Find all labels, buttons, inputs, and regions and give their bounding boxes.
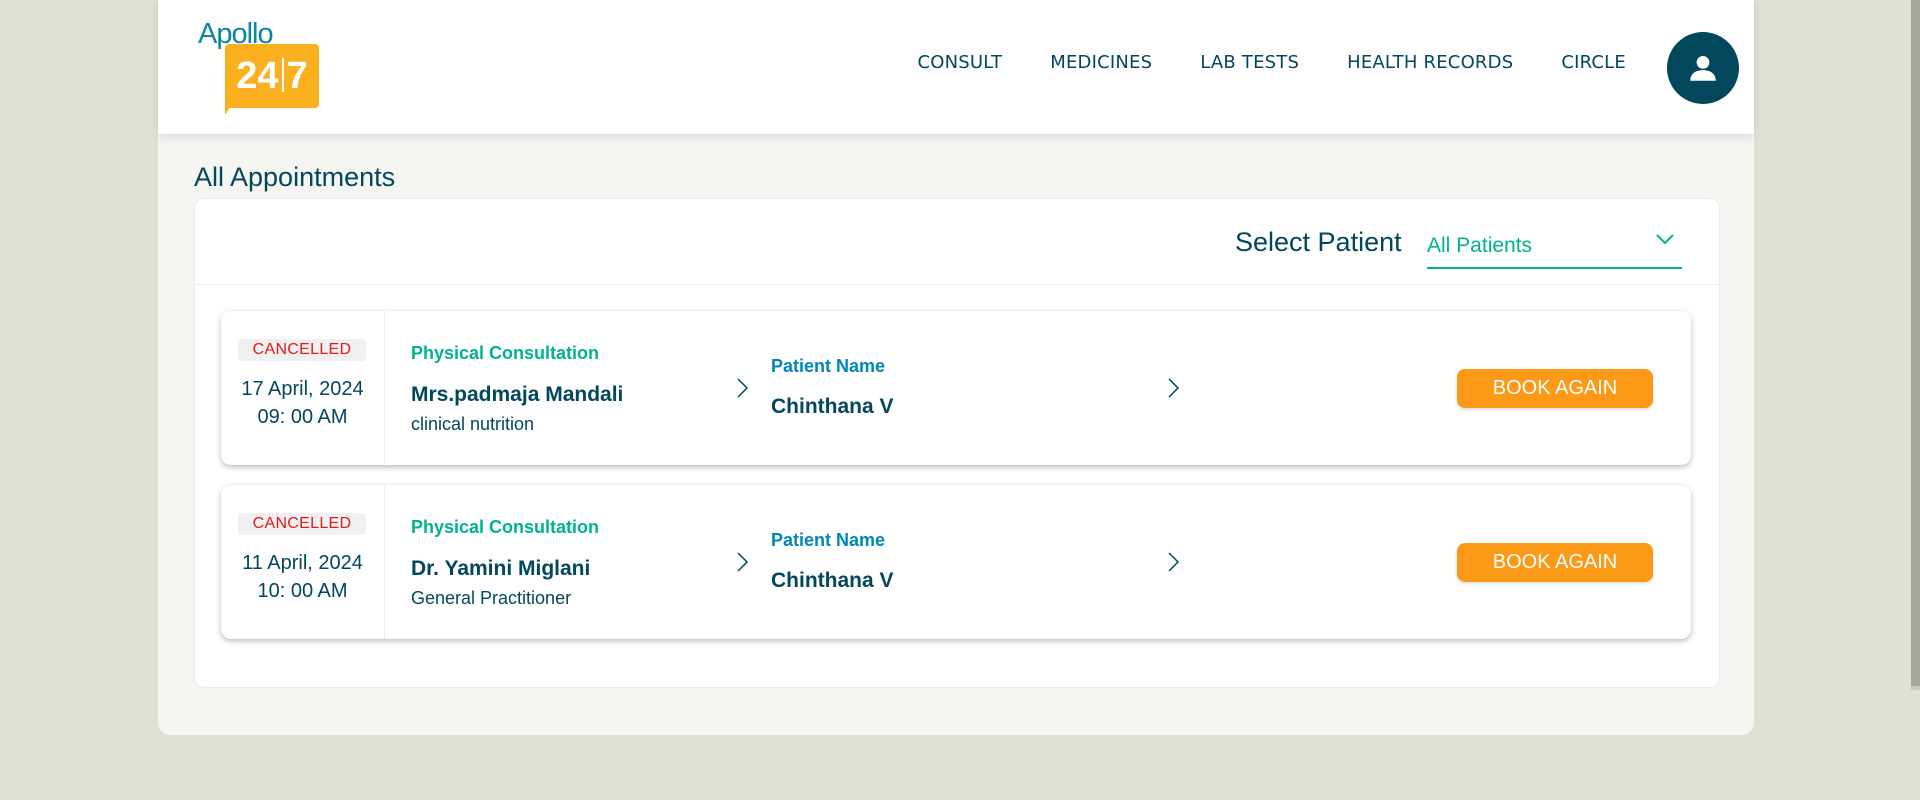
appointment-datetime: 11 April, 2024 10: 00 AM <box>221 549 384 605</box>
scrollbar-thumb[interactable] <box>1911 0 1920 686</box>
chevron-down-icon <box>1656 234 1674 245</box>
nav-lab-tests[interactable]: LAB TESTS <box>1200 52 1299 73</box>
doctor-specialty: General Practitioner <box>411 588 572 608</box>
logo-tail <box>225 101 234 115</box>
patient-filter-row: Select Patient All Patients <box>195 199 1719 285</box>
appointment-date: 17 April, 2024 <box>241 378 364 400</box>
appointment-datetime: 17 April, 2024 09: 00 AM <box>221 375 384 431</box>
appointment-time: 09: 00 AM <box>257 406 348 428</box>
chevron-right-icon[interactable] <box>735 551 749 573</box>
appointment-card: CANCELLED 17 April, 2024 09: 00 AM Physi… <box>221 311 1691 465</box>
appointment-time: 10: 00 AM <box>257 580 348 602</box>
logo-divider <box>281 58 284 92</box>
patient-name: Chinthana V <box>771 395 894 418</box>
nav-medicines[interactable]: MEDICINES <box>1050 52 1152 73</box>
logo-badge: 24 7 <box>225 44 319 108</box>
patient-select-value: All Patients <box>1427 234 1533 257</box>
consultation-type: Physical Consultation <box>411 343 600 363</box>
chevron-right-icon[interactable] <box>735 377 749 399</box>
select-patient-label: Select Patient <box>1235 227 1402 257</box>
appointment-date: 11 April, 2024 <box>242 552 363 574</box>
patient-name-label: Patient Name <box>771 530 886 550</box>
patient-select[interactable]: All Patients <box>1427 224 1682 269</box>
nav-consult[interactable]: CONSULT <box>917 52 1002 73</box>
chevron-right-icon[interactable] <box>1166 377 1180 399</box>
main-panel: Apollo 24 7 CONSULT MEDICINES LAB TESTS H… <box>158 0 1754 735</box>
status-badge: CANCELLED <box>238 339 366 361</box>
consultation-type: Physical Consultation <box>411 517 600 537</box>
user-icon <box>1690 55 1716 81</box>
logo-number-7: 7 <box>286 55 308 97</box>
profile-avatar-button[interactable] <box>1667 32 1739 104</box>
main-nav: CONSULT MEDICINES LAB TESTS HEALTH RECOR… <box>917 52 1626 73</box>
doctor-name: Dr. Yamini Miglani <box>411 557 591 580</box>
nav-circle[interactable]: CIRCLE <box>1561 52 1626 73</box>
nav-health-records[interactable]: HEALTH RECORDS <box>1347 52 1513 73</box>
apollo-logo[interactable]: Apollo 24 7 <box>198 19 320 115</box>
patient-name-label: Patient Name <box>771 356 886 376</box>
patient-name: Chinthana V <box>771 569 894 592</box>
book-again-button[interactable]: BOOK AGAIN <box>1457 369 1653 408</box>
appointment-date-column: CANCELLED 11 April, 2024 10: 00 AM <box>221 485 385 639</box>
page-title: All Appointments <box>194 162 396 192</box>
appointment-card: CANCELLED 11 April, 2024 10: 00 AM Physi… <box>221 485 1691 639</box>
appointment-date-column: CANCELLED 17 April, 2024 09: 00 AM <box>221 311 385 465</box>
appointments-card: Select Patient All Patients CANCELLED 17… <box>194 198 1720 688</box>
doctor-specialty: clinical nutrition <box>411 414 535 434</box>
logo-number: 24 7 <box>225 44 319 108</box>
book-again-button[interactable]: BOOK AGAIN <box>1457 543 1653 582</box>
chevron-right-icon[interactable] <box>1166 551 1180 573</box>
logo-number-24: 24 <box>236 55 279 97</box>
status-badge: CANCELLED <box>238 513 366 535</box>
header: Apollo 24 7 CONSULT MEDICINES LAB TESTS H… <box>158 0 1754 134</box>
doctor-name: Mrs.padmaja Mandali <box>411 383 624 406</box>
